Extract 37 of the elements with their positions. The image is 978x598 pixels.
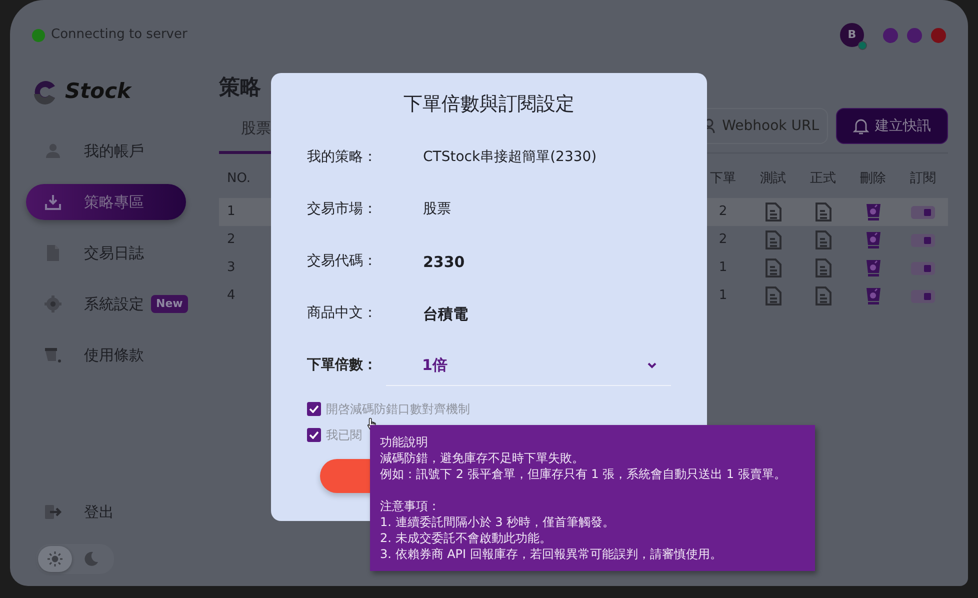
column-header: 正式	[809, 170, 837, 188]
table-cell-text: 1	[718, 287, 728, 306]
field-value: 台積電	[423, 304, 468, 325]
column-header: 測試	[759, 170, 787, 188]
field-value: CTStock串接超簡單(2330)	[423, 148, 597, 168]
field-label: 交易市場：	[307, 200, 378, 220]
table-cell: 4	[227, 288, 236, 304]
table-cell-text: 2	[718, 231, 728, 250]
field-value: 2330	[423, 252, 465, 273]
tooltip-text: 例如：訊號下 2 張平倉單，但庫存只有 1 張，系統會自動只送出 1 張賣單。	[380, 467, 786, 481]
table-cell-text: 1	[718, 259, 728, 278]
table-cell: 1	[227, 204, 236, 220]
table-cell: 2	[227, 232, 236, 248]
column-header: 訂閱	[909, 170, 937, 188]
tooltip-text: 1. 連續委託間隔小於 3 秒時，僅首筆觸發。	[380, 515, 615, 529]
tooltip-text: 3. 依賴券商 API 回報庫存，若回報異常可能誤判，請審慎使用。	[380, 547, 722, 561]
tooltip-text: 2. 未成交委託不會啟動此功能。	[380, 531, 552, 545]
table-cell-text: 2	[718, 203, 728, 222]
field-value: 股票	[423, 200, 451, 220]
logo-text: Stock	[65, 78, 132, 106]
checkbox-label: 開啓減碼防錯口數對齊機制	[326, 400, 470, 418]
column-header: NO.	[227, 171, 251, 186]
field-label: 商品中文：	[307, 304, 378, 324]
status-text: Connecting to server	[51, 26, 188, 44]
new-badge: New	[151, 294, 188, 314]
checkbox-label: 我已閱	[326, 426, 362, 444]
field-label: 我的策略：	[307, 148, 378, 168]
field-label: 下單倍數：	[307, 356, 378, 376]
column-header: 下單	[709, 170, 737, 188]
tooltip-heading: 功能說明	[380, 435, 428, 449]
dialog-title: 下單倍數與訂閱設定	[402, 93, 576, 116]
tooltip-heading: 注意事項：	[380, 499, 440, 513]
field-label: 交易代碼：	[307, 252, 378, 272]
column-header: 刪除	[859, 170, 887, 188]
tooltip-text: 減碼防錯，避免庫存不足時下單失敗。	[380, 451, 584, 465]
page-title: 策略	[219, 74, 261, 101]
table-cell: 3	[227, 260, 236, 276]
